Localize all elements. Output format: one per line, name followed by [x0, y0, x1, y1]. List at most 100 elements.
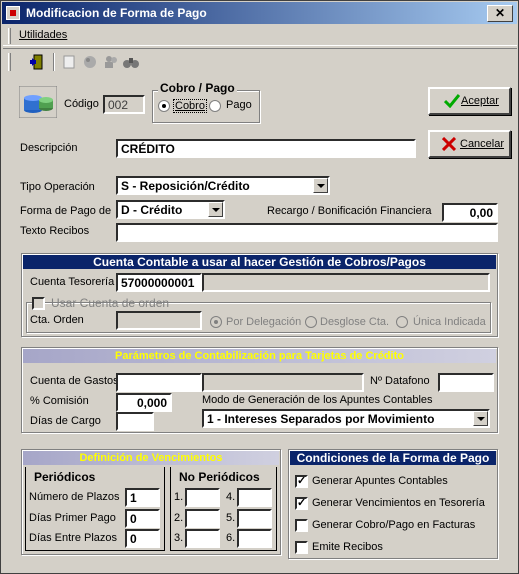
generar-apuntes-checkbox[interactable]: ✓: [295, 475, 308, 488]
exit-door-icon[interactable]: [28, 53, 46, 71]
close-button[interactable]: ✕: [487, 5, 513, 22]
np-label-5: 5.: [226, 512, 236, 524]
codigo-label: Código: [64, 98, 99, 110]
np-field-2[interactable]: [185, 509, 220, 528]
cancel-x-icon: [442, 137, 456, 151]
cancelar-label: Cancelar: [460, 138, 505, 150]
chevron-down-icon: [313, 178, 328, 193]
app-icon: [6, 6, 20, 20]
pago-radio[interactable]: [209, 100, 221, 112]
np-field-3[interactable]: [185, 529, 220, 548]
document-icon[interactable]: [60, 53, 78, 71]
vencimientos-title: Definición de Vencimientos: [23, 451, 279, 465]
chevron-down-icon: [473, 411, 488, 426]
modo-generacion-select[interactable]: 1 - Intereses Separados por Movimiento: [202, 409, 490, 428]
desglose-cta-radio[interactable]: [305, 316, 317, 328]
binoculars-icon[interactable]: [122, 53, 140, 71]
forma-pago-select[interactable]: D - Crédito: [116, 200, 225, 219]
tipo-operacion-value: S - Reposición/Crédito: [121, 179, 250, 193]
dias-entre-plazos-field[interactable]: 0: [125, 529, 160, 548]
descripcion-label: Descripción: [20, 142, 78, 154]
no-periodicos-title: No Periódicos: [179, 470, 260, 484]
title-bar: Modificacion de Forma de Pago ✕: [2, 2, 517, 24]
tipo-operacion-select[interactable]: S - Reposición/Crédito: [116, 176, 330, 195]
texto-recibos-label: Texto Recibos: [20, 225, 90, 237]
np-label-4: 4.: [226, 491, 236, 503]
por-delegacion-label: Por Delegación: [226, 316, 302, 328]
generar-cobro-pago-checkbox[interactable]: [295, 519, 308, 532]
pago-radio-label[interactable]: Pago: [226, 99, 252, 111]
cuenta-gastos-field[interactable]: [116, 373, 202, 392]
aceptar-label: Aceptar: [461, 95, 499, 107]
cuenta-gastos-label: Cuenta de Gastos: [30, 375, 119, 387]
periodicos-title: Periódicos: [34, 470, 96, 484]
cancelar-button[interactable]: Cancelar: [428, 130, 511, 158]
dias-primer-pago-label: Días Primer Pago: [29, 512, 116, 524]
np-field-6[interactable]: [237, 529, 272, 548]
tipo-operacion-label: Tipo Operación: [20, 181, 95, 193]
usar-cuenta-orden-label: Usar Cuenta de orden: [51, 296, 170, 310]
paint-icon[interactable]: [81, 53, 99, 71]
numero-plazos-label: Número de Plazos: [29, 491, 120, 503]
comision-label: % Comisión: [30, 395, 89, 407]
menu-bar: Utilidades: [3, 26, 517, 46]
np-field-1[interactable]: [185, 488, 220, 507]
forma-pago-value: D - Crédito: [121, 203, 183, 217]
np-label-6: 6.: [226, 532, 236, 544]
cuenta-tesoreria-description: [202, 273, 490, 292]
chevron-down-icon: [208, 202, 223, 217]
aceptar-button[interactable]: Aceptar: [428, 87, 511, 115]
generar-vencimientos-label[interactable]: Generar Vencimientos en Tesorería: [312, 497, 485, 509]
menu-grip: [8, 28, 11, 44]
window: Modificacion de Forma de Pago ✕ Utilidad…: [0, 0, 519, 574]
modo-generacion-label: Modo de Generación de los Apuntes Contab…: [202, 394, 433, 406]
coins-icon: [19, 86, 57, 118]
np-label-1: 1.: [174, 491, 184, 503]
dias-cargo-field[interactable]: [116, 412, 154, 431]
toolbar-separator: [53, 53, 55, 71]
unica-indicada-radio[interactable]: [396, 316, 408, 328]
window-title: Modificacion de Forma de Pago: [26, 6, 207, 20]
cuenta-tesoreria-label: Cuenta Tesorería: [30, 276, 115, 288]
tarjetas-title: Parámetros de Contabilización para Tarje…: [23, 349, 496, 363]
desglose-cta-label: Desglose Cta.: [320, 316, 390, 328]
recargo-field[interactable]: 0,00: [442, 203, 498, 222]
generar-vencimientos-checkbox[interactable]: ✓: [295, 497, 308, 510]
dias-entre-plazos-label: Días Entre Plazos: [29, 532, 118, 544]
usar-cuenta-orden-checkbox[interactable]: [32, 297, 45, 310]
n-datafono-label: Nº Datafono: [370, 375, 430, 387]
texto-recibos-field[interactable]: [116, 223, 498, 242]
generar-cobro-pago-label[interactable]: Generar Cobro/Pago en Facturas: [312, 519, 475, 531]
cuenta-contable-title: Cuenta Contable a usar al hacer Gestión …: [23, 255, 496, 269]
cobro-radio[interactable]: [158, 100, 170, 112]
np-field-4[interactable]: [237, 488, 272, 507]
codigo-field: 002: [103, 95, 145, 114]
cta-orden-label: Cta. Orden: [30, 314, 84, 326]
descripcion-field[interactable]: CRÉDITO: [116, 139, 416, 158]
numero-plazos-field[interactable]: 1: [125, 488, 160, 507]
unica-indicada-label: Única Indicada: [413, 316, 486, 328]
generar-apuntes-label[interactable]: Generar Apuntes Contables: [312, 475, 448, 487]
check-icon: [444, 94, 460, 108]
menu-utilidades[interactable]: Utilidades: [19, 29, 67, 41]
comision-field[interactable]: 0,000: [116, 393, 172, 412]
emite-recibos-checkbox[interactable]: [295, 541, 308, 554]
users-icon[interactable]: [102, 53, 120, 71]
np-field-5[interactable]: [237, 509, 272, 528]
np-label-3: 3.: [174, 532, 184, 544]
dias-primer-pago-field[interactable]: 0: [125, 509, 160, 528]
cobro-radio-label[interactable]: Cobro: [173, 99, 207, 113]
forma-pago-label: Forma de Pago de: [20, 205, 112, 217]
cuenta-gastos-description: [202, 373, 364, 392]
condiciones-title: Condiciones de la Forma de Pago: [290, 451, 496, 465]
toolbar: [3, 48, 517, 74]
toolbar-grip: [8, 53, 11, 71]
n-datafono-field[interactable]: [438, 373, 494, 392]
cobro-pago-title: Cobro / Pago: [158, 81, 237, 95]
emite-recibos-label[interactable]: Emite Recibos: [312, 541, 383, 553]
dias-cargo-label: Días de Cargo: [30, 415, 101, 427]
cuenta-tesoreria-field[interactable]: 57000000001: [116, 273, 202, 292]
por-delegacion-radio[interactable]: [210, 316, 222, 328]
np-label-2: 2.: [174, 512, 184, 524]
recargo-label: Recargo / Bonificación Financiera: [267, 205, 432, 217]
